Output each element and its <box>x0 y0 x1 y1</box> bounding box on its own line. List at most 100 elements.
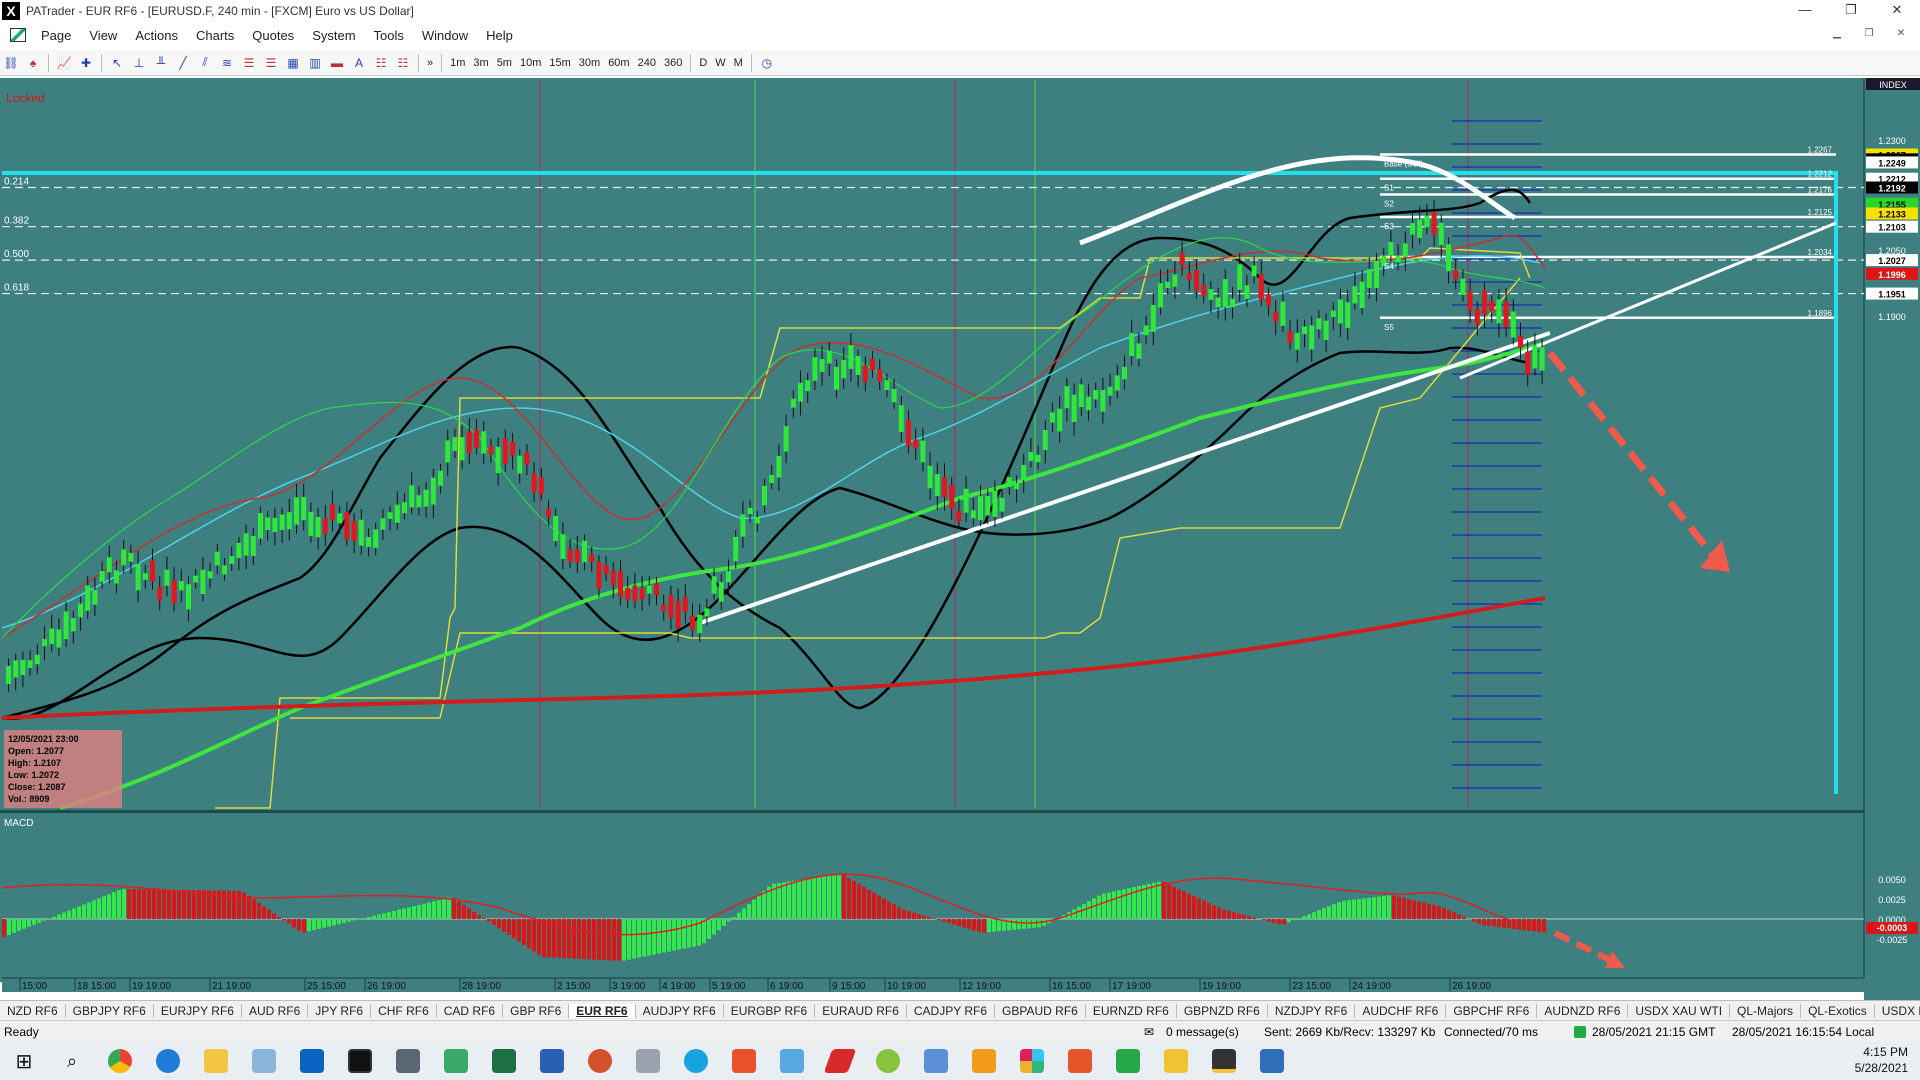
candle-body[interactable] <box>1014 483 1019 490</box>
candle-body[interactable] <box>1237 264 1243 290</box>
candle-body[interactable] <box>963 488 969 513</box>
timeframe-5m[interactable]: 5m <box>493 57 516 69</box>
menu-tools[interactable]: Tools <box>365 28 413 43</box>
candle-body[interactable] <box>1518 335 1523 348</box>
taskbar-app-5[interactable] <box>240 1042 288 1080</box>
candle-body[interactable] <box>1316 318 1322 330</box>
candle-body[interactable] <box>1438 222 1444 246</box>
candle-body[interactable] <box>812 357 818 381</box>
taskbar-edge[interactable] <box>144 1042 192 1080</box>
candle-body[interactable] <box>49 628 55 645</box>
candle-body[interactable] <box>1330 310 1336 317</box>
candle-body[interactable] <box>344 512 350 540</box>
candle-body[interactable] <box>1114 375 1120 391</box>
symbol-tab[interactable]: GBPAUD RF6 <box>995 1003 1086 1018</box>
candle-body[interactable] <box>380 518 386 530</box>
search-button[interactable]: ⌕ <box>48 1042 96 1080</box>
candle-body[interactable] <box>733 536 739 562</box>
candle-body[interactable] <box>769 474 775 483</box>
candle-body[interactable] <box>574 549 580 563</box>
timeframe-3m[interactable]: 3m <box>469 57 492 69</box>
candle-body[interactable] <box>891 389 897 403</box>
candle-body[interactable] <box>1021 465 1027 480</box>
candle-body[interactable] <box>675 600 681 629</box>
candle-body[interactable] <box>834 366 839 390</box>
candle-body[interactable] <box>726 571 731 583</box>
candle-body[interactable] <box>1222 279 1228 307</box>
candle-body[interactable] <box>524 452 530 465</box>
symbol-tab[interactable]: AUD RF6 <box>242 1003 309 1018</box>
timeframe-30m[interactable]: 30m <box>575 57 604 69</box>
taskbar-app-9[interactable] <box>432 1042 480 1080</box>
candle-body[interactable] <box>106 557 112 573</box>
taskbar-skype[interactable] <box>672 1042 720 1080</box>
status-messages[interactable]: 0 message(s) <box>1166 1025 1264 1039</box>
candle-body[interactable] <box>78 603 83 618</box>
candle-body[interactable] <box>1194 270 1199 291</box>
timeframe-10m[interactable]: 10m <box>516 57 545 69</box>
taskbar-app-25[interactable] <box>1200 1042 1248 1080</box>
channel-icon[interactable]: ⫽ <box>194 53 216 73</box>
candle-body[interactable] <box>1035 454 1041 463</box>
candle-body[interactable] <box>495 446 501 474</box>
timeframe-daily[interactable]: D <box>695 57 711 69</box>
taskbar-excel[interactable] <box>480 1042 528 1080</box>
candle-body[interactable] <box>1143 325 1149 336</box>
candle-body[interactable] <box>1129 333 1135 357</box>
candle-body[interactable] <box>1302 326 1307 335</box>
symbol-tab[interactable]: AUDNZD RF6 <box>1537 1003 1629 1018</box>
fibonacci-icon[interactable]: ☰ <box>238 53 260 73</box>
candle-body[interactable] <box>862 365 868 383</box>
candle-body[interactable] <box>315 516 321 538</box>
candle-body[interactable] <box>1165 281 1171 289</box>
candle-body[interactable] <box>1208 289 1214 300</box>
timeframe-240[interactable]: 240 <box>634 57 660 69</box>
candle-body[interactable] <box>668 594 674 619</box>
candle-body[interactable] <box>466 431 472 454</box>
candle-body[interactable] <box>1273 311 1279 322</box>
candle-body[interactable] <box>920 440 926 463</box>
candle-body[interactable] <box>1503 301 1509 328</box>
symbol-tab[interactable]: CAD RF6 <box>437 1003 504 1018</box>
child-restore-button[interactable]: ❐ <box>1856 26 1882 42</box>
candle-body[interactable] <box>128 552 134 562</box>
candle-body[interactable] <box>488 446 494 455</box>
candle-body[interactable] <box>1345 302 1351 328</box>
candle-body[interactable] <box>1244 285 1250 300</box>
menu-actions[interactable]: Actions <box>126 28 187 43</box>
candle-body[interactable] <box>1352 286 1358 304</box>
cursor-icon[interactable]: ↖ <box>106 53 128 73</box>
candle-body[interactable] <box>114 570 119 584</box>
candle-body[interactable] <box>135 563 141 591</box>
candle-body[interactable] <box>63 611 69 640</box>
candle-body[interactable] <box>322 518 328 535</box>
candle-body[interactable] <box>1431 212 1437 236</box>
candle-body[interactable] <box>999 497 1005 512</box>
candle-body[interactable] <box>1402 243 1408 258</box>
candle-body[interactable] <box>85 585 91 611</box>
candle-body[interactable] <box>1359 281 1365 309</box>
alert-icon[interactable]: ♠ <box>22 53 44 73</box>
candle-body[interactable] <box>366 536 371 547</box>
chart-canvas[interactable]: Locked INDEX MACD 0.214 0.382 0.500 0.618 B… <box>0 78 1920 1000</box>
candle-body[interactable] <box>1093 389 1099 400</box>
candle-body[interactable] <box>1172 274 1178 287</box>
candle-body[interactable] <box>214 551 220 566</box>
timeframe-weekly[interactable]: W <box>711 57 729 69</box>
candle-body[interactable] <box>841 360 847 379</box>
timeframe-1m[interactable]: 1m <box>446 57 469 69</box>
candle-body[interactable] <box>790 398 796 408</box>
candle-body[interactable] <box>747 507 753 515</box>
candle-body[interactable] <box>56 629 62 648</box>
taskbar-app-17[interactable] <box>816 1042 864 1080</box>
candle-body[interactable] <box>1460 278 1466 295</box>
menu-help[interactable]: Help <box>477 28 522 43</box>
candle-body[interactable] <box>42 639 47 647</box>
symbol-tab[interactable]: EURNZD RF6 <box>1086 1003 1177 1018</box>
candle-body[interactable] <box>1215 297 1221 308</box>
candle-body[interactable] <box>1410 223 1415 235</box>
candle-body[interactable] <box>207 571 213 579</box>
candle-body[interactable] <box>582 540 587 563</box>
candle-body[interactable] <box>1374 260 1379 289</box>
crosshair-icon[interactable]: ✚ <box>75 53 97 73</box>
